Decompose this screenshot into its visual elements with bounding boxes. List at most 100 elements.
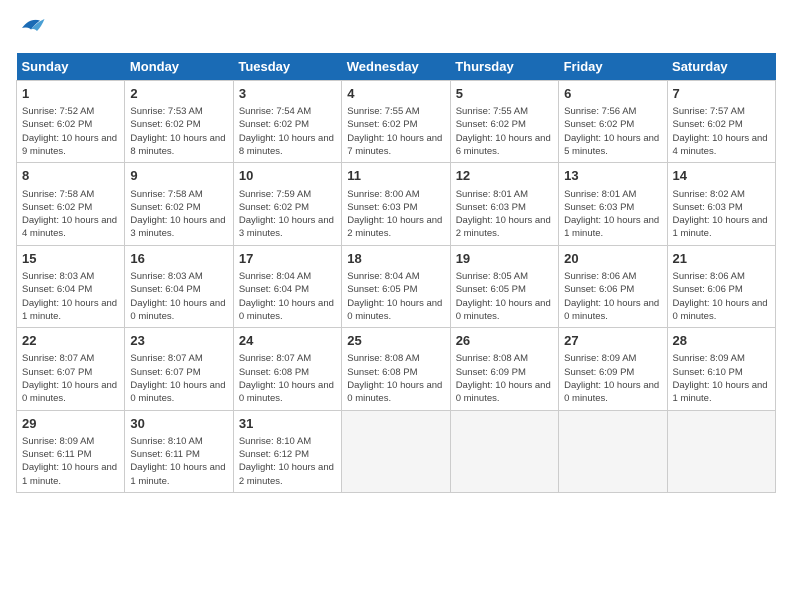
day-info: Sunrise: 7:58 AMSunset: 6:02 PMDaylight:…: [22, 188, 119, 241]
day-info: Sunrise: 8:08 AMSunset: 6:08 PMDaylight:…: [347, 352, 444, 405]
day-info: Sunrise: 8:04 AMSunset: 6:05 PMDaylight:…: [347, 270, 444, 323]
day-cell-22: 22 Sunrise: 8:07 AMSunset: 6:07 PMDayligh…: [17, 328, 125, 410]
day-info: Sunrise: 8:07 AMSunset: 6:07 PMDaylight:…: [130, 352, 227, 405]
day-cell-4: 4 Sunrise: 7:55 AMSunset: 6:02 PMDaylight…: [342, 81, 450, 163]
empty-cell: [559, 410, 667, 492]
day-number: 22: [22, 332, 119, 350]
day-info: Sunrise: 7:55 AMSunset: 6:02 PMDaylight:…: [347, 105, 444, 158]
page-header: [16, 16, 776, 45]
day-info: Sunrise: 8:03 AMSunset: 6:04 PMDaylight:…: [22, 270, 119, 323]
day-number: 17: [239, 250, 336, 268]
day-cell-11: 11 Sunrise: 8:00 AMSunset: 6:03 PMDayligh…: [342, 163, 450, 245]
day-number: 31: [239, 415, 336, 433]
day-info: Sunrise: 8:10 AMSunset: 6:11 PMDaylight:…: [130, 435, 227, 488]
day-info: Sunrise: 8:02 AMSunset: 6:03 PMDaylight:…: [673, 188, 770, 241]
day-info: Sunrise: 7:54 AMSunset: 6:02 PMDaylight:…: [239, 105, 336, 158]
day-info: Sunrise: 7:53 AMSunset: 6:02 PMDaylight:…: [130, 105, 227, 158]
logo: [16, 16, 50, 45]
day-number: 12: [456, 167, 553, 185]
day-cell-10: 10 Sunrise: 7:59 AMSunset: 6:02 PMDayligh…: [233, 163, 341, 245]
day-number: 3: [239, 85, 336, 103]
day-info: Sunrise: 7:56 AMSunset: 6:02 PMDaylight:…: [564, 105, 661, 158]
empty-cell: [667, 410, 775, 492]
day-info: Sunrise: 8:04 AMSunset: 6:04 PMDaylight:…: [239, 270, 336, 323]
day-cell-21: 21 Sunrise: 8:06 AMSunset: 6:06 PMDayligh…: [667, 245, 775, 327]
day-info: Sunrise: 7:58 AMSunset: 6:02 PMDaylight:…: [130, 188, 227, 241]
day-number: 8: [22, 167, 119, 185]
day-cell-12: 12 Sunrise: 8:01 AMSunset: 6:03 PMDayligh…: [450, 163, 558, 245]
day-number: 1: [22, 85, 119, 103]
day-number: 14: [673, 167, 770, 185]
day-cell-9: 9 Sunrise: 7:58 AMSunset: 6:02 PMDaylight…: [125, 163, 233, 245]
weekday-header-friday: Friday: [559, 53, 667, 81]
day-cell-20: 20 Sunrise: 8:06 AMSunset: 6:06 PMDayligh…: [559, 245, 667, 327]
day-cell-24: 24Sunrise: 8:07 AMSunset: 6:08 PMDayligh…: [233, 328, 341, 410]
day-number: 26: [456, 332, 553, 350]
week-row-3: 15 Sunrise: 8:03 AMSunset: 6:04 PMDayligh…: [17, 245, 776, 327]
day-number: 21: [673, 250, 770, 268]
day-info: Sunrise: 8:10 AMSunset: 6:12 PMDaylight:…: [239, 435, 336, 488]
day-cell-7: 7Sunrise: 7:57 AMSunset: 6:02 PMDaylight…: [667, 81, 775, 163]
day-info: Sunrise: 8:06 AMSunset: 6:06 PMDaylight:…: [564, 270, 661, 323]
day-cell-30: 30 Sunrise: 8:10 AMSunset: 6:11 PMDayligh…: [125, 410, 233, 492]
day-info: Sunrise: 7:55 AMSunset: 6:02 PMDaylight:…: [456, 105, 553, 158]
day-number: 15: [22, 250, 119, 268]
day-number: 29: [22, 415, 119, 433]
day-info: Sunrise: 7:59 AMSunset: 6:02 PMDaylight:…: [239, 188, 336, 241]
day-number: 5: [456, 85, 553, 103]
weekday-header-thursday: Thursday: [450, 53, 558, 81]
day-cell-27: 27 Sunrise: 8:09 AMSunset: 6:09 PMDayligh…: [559, 328, 667, 410]
day-info: Sunrise: 8:01 AMSunset: 6:03 PMDaylight:…: [564, 188, 661, 241]
day-number: 13: [564, 167, 661, 185]
week-row-4: 22 Sunrise: 8:07 AMSunset: 6:07 PMDayligh…: [17, 328, 776, 410]
day-number: 7: [673, 85, 770, 103]
day-number: 10: [239, 167, 336, 185]
day-info: Sunrise: 8:05 AMSunset: 6:05 PMDaylight:…: [456, 270, 553, 323]
day-number: 30: [130, 415, 227, 433]
day-info: Sunrise: 8:00 AMSunset: 6:03 PMDaylight:…: [347, 188, 444, 241]
day-cell-25: 25 Sunrise: 8:08 AMSunset: 6:08 PMDayligh…: [342, 328, 450, 410]
week-row-1: 1Sunrise: 7:52 AMSunset: 6:02 PMDaylight…: [17, 81, 776, 163]
empty-cell: [450, 410, 558, 492]
day-number: 6: [564, 85, 661, 103]
week-row-2: 8 Sunrise: 7:58 AMSunset: 6:02 PMDaylight…: [17, 163, 776, 245]
day-number: 9: [130, 167, 227, 185]
day-info: Sunrise: 8:03 AMSunset: 6:04 PMDaylight:…: [130, 270, 227, 323]
day-cell-19: 19 Sunrise: 8:05 AMSunset: 6:05 PMDayligh…: [450, 245, 558, 327]
empty-cell: [342, 410, 450, 492]
day-number: 19: [456, 250, 553, 268]
day-cell-23: 23 Sunrise: 8:07 AMSunset: 6:07 PMDayligh…: [125, 328, 233, 410]
day-cell-2: 2 Sunrise: 7:53 AMSunset: 6:02 PMDaylight…: [125, 81, 233, 163]
day-info: Sunrise: 8:09 AMSunset: 6:09 PMDaylight:…: [564, 352, 661, 405]
day-number: 11: [347, 167, 444, 185]
weekday-header-monday: Monday: [125, 53, 233, 81]
day-info: Sunrise: 8:01 AMSunset: 6:03 PMDaylight:…: [456, 188, 553, 241]
day-cell-31: 31 Sunrise: 8:10 AMSunset: 6:12 PMDayligh…: [233, 410, 341, 492]
day-cell-6: 6 Sunrise: 7:56 AMSunset: 6:02 PMDaylight…: [559, 81, 667, 163]
weekday-header-row: SundayMondayTuesdayWednesdayThursdayFrid…: [17, 53, 776, 81]
day-info: Sunrise: 8:09 AMSunset: 6:10 PMDaylight:…: [673, 352, 770, 405]
day-info: Sunrise: 8:06 AMSunset: 6:06 PMDaylight:…: [673, 270, 770, 323]
day-cell-16: 16 Sunrise: 8:03 AMSunset: 6:04 PMDayligh…: [125, 245, 233, 327]
day-info: Sunrise: 8:08 AMSunset: 6:09 PMDaylight:…: [456, 352, 553, 405]
day-number: 18: [347, 250, 444, 268]
day-cell-14: 14 Sunrise: 8:02 AMSunset: 6:03 PMDayligh…: [667, 163, 775, 245]
calendar-table: SundayMondayTuesdayWednesdayThursdayFrid…: [16, 53, 776, 493]
day-cell-13: 13 Sunrise: 8:01 AMSunset: 6:03 PMDayligh…: [559, 163, 667, 245]
day-number: 27: [564, 332, 661, 350]
day-cell-5: 5 Sunrise: 7:55 AMSunset: 6:02 PMDaylight…: [450, 81, 558, 163]
day-number: 4: [347, 85, 444, 103]
weekday-header-wednesday: Wednesday: [342, 53, 450, 81]
day-cell-8: 8 Sunrise: 7:58 AMSunset: 6:02 PMDaylight…: [17, 163, 125, 245]
day-info: Sunrise: 8:09 AMSunset: 6:11 PMDaylight:…: [22, 435, 119, 488]
day-number: 25: [347, 332, 444, 350]
day-cell-3: 3 Sunrise: 7:54 AMSunset: 6:02 PMDaylight…: [233, 81, 341, 163]
day-number: 24: [239, 332, 336, 350]
day-number: 16: [130, 250, 227, 268]
day-number: 23: [130, 332, 227, 350]
day-number: 20: [564, 250, 661, 268]
weekday-header-tuesday: Tuesday: [233, 53, 341, 81]
day-info: Sunrise: 8:07 AMSunset: 6:07 PMDaylight:…: [22, 352, 119, 405]
day-cell-26: 26 Sunrise: 8:08 AMSunset: 6:09 PMDayligh…: [450, 328, 558, 410]
day-number: 2: [130, 85, 227, 103]
